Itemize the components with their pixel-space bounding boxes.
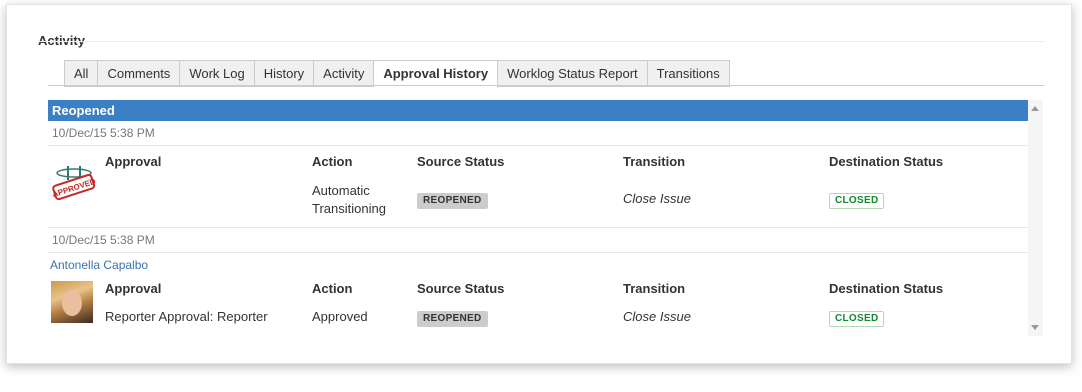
tab-comments[interactable]: Comments	[98, 60, 181, 87]
action-value: Automatic Transitioning	[312, 183, 386, 216]
divider	[38, 41, 1044, 42]
entry-date: 10/Dec/15 5:38 PM	[48, 228, 1028, 253]
transition-value: Close Issue	[623, 309, 691, 324]
author-link[interactable]: Antonella Capalbo	[48, 253, 1028, 277]
transition-value: Close Issue	[623, 191, 691, 206]
column-header-approval: Approval	[105, 281, 162, 296]
tab-activity[interactable]: Activity	[314, 60, 375, 87]
column-header-transition: Transition	[623, 154, 686, 169]
source-status-badge: REOPENED	[417, 309, 488, 327]
approval-value: Reporter Approval: Reporter	[105, 309, 268, 324]
vertical-scrollbar[interactable]	[1028, 100, 1043, 336]
destination-status-badge: CLOSED	[829, 191, 885, 209]
approved-stamp-icon: APPROVED	[52, 166, 96, 201]
list-item: Approval Action Source Status Transition…	[48, 277, 1028, 336]
source-status-badge: REOPENED	[417, 191, 488, 209]
column-header-source-status: Source Status	[417, 154, 505, 169]
column-header-approval: Approval	[105, 154, 162, 169]
tab-history[interactable]: History	[254, 60, 315, 87]
group-header: Reopened	[48, 100, 1028, 121]
tab-bar: All Comments Work Log History Activity A…	[64, 60, 730, 88]
tab-worklog-status-report[interactable]: Worklog Status Report	[498, 60, 648, 87]
tab-transitions[interactable]: Transitions	[647, 60, 730, 87]
column-header-action: Action	[312, 154, 353, 169]
destination-status-badge: CLOSED	[829, 309, 885, 327]
scroll-up-arrow-icon[interactable]	[1031, 106, 1039, 111]
column-header-destination-status: Destination Status	[829, 281, 944, 296]
divider	[48, 85, 1044, 86]
action-value: Approved	[312, 309, 368, 324]
tab-all[interactable]: All	[64, 60, 99, 87]
column-header-transition: Transition	[623, 281, 686, 296]
user-avatar	[51, 281, 93, 323]
column-header-source-status: Source Status	[417, 281, 505, 296]
scroll-down-arrow-icon[interactable]	[1031, 325, 1039, 330]
tab-work-log[interactable]: Work Log	[180, 60, 255, 87]
column-header-action: Action	[312, 281, 353, 296]
tab-approval-history[interactable]: Approval History	[374, 60, 499, 88]
list-item: APPROVED Approval Action Source Status T…	[48, 146, 1028, 228]
approval-history-list: Reopened 10/Dec/15 5:38 PM APPROVED Appr…	[48, 100, 1028, 336]
column-header-destination-status: Destination Status	[829, 154, 944, 169]
entry-date: 10/Dec/15 5:38 PM	[48, 121, 1028, 146]
